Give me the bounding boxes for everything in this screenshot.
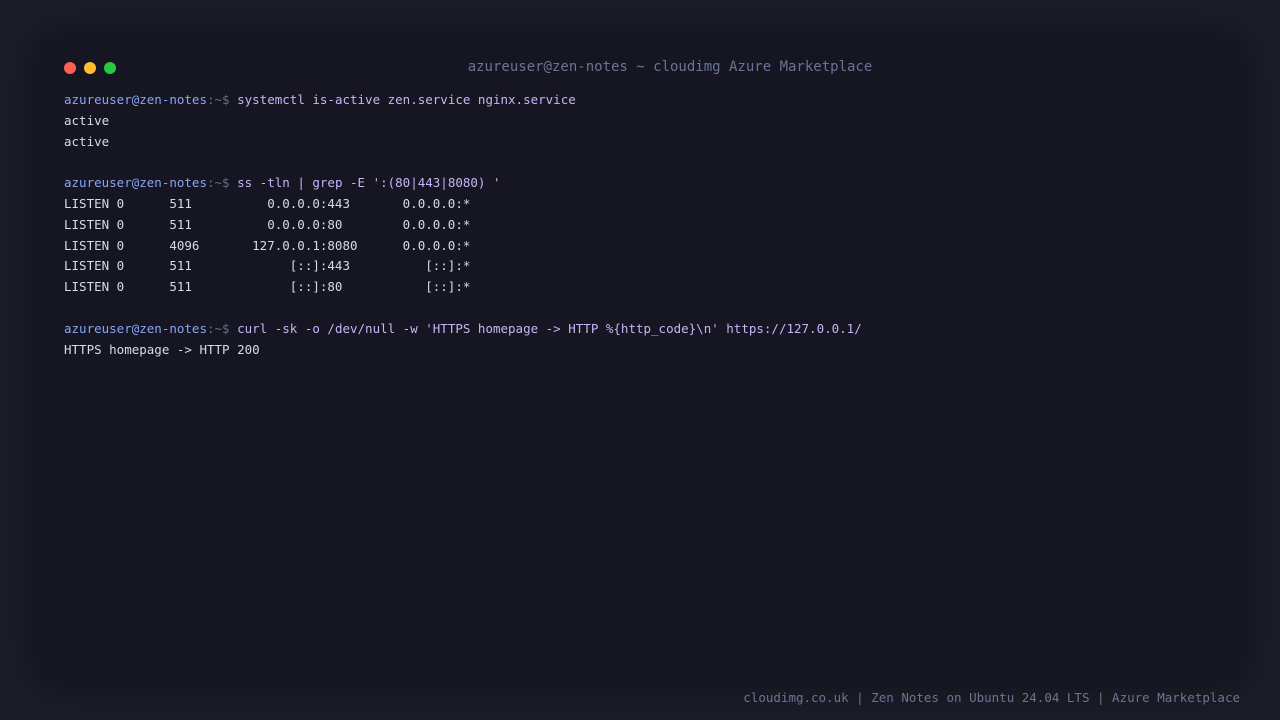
output-line: LISTEN 0 4096 127.0.0.1:8080 0.0.0.0:* xyxy=(64,237,471,253)
command-line: azureuser@zen-notes:~$ curl -sk -o /dev/… xyxy=(64,319,1224,340)
output-line: LISTEN 0 511 [::]:443 [::]:* xyxy=(64,258,471,274)
command-line: azureuser@zen-notes:~$ systemctl is-acti… xyxy=(64,90,1224,111)
title-bar: azureuser@zen-notes ~ cloudimg Azure Mar… xyxy=(40,40,1240,96)
window-title: azureuser@zen-notes ~ cloudimg Azure Mar… xyxy=(467,59,873,75)
command-text: ss -tln | grep -E ':(80|443|8080) ' xyxy=(237,175,501,191)
prompt-user-host: azureuser@zen-notes xyxy=(64,92,207,107)
output-line: LISTEN 0 511 0.0.0.0:80 0.0.0.0:* xyxy=(64,216,471,232)
output-line: HTTPS homepage -> HTTP 200 xyxy=(64,341,260,357)
command-text: systemctl is-active zen.service nginx.se… xyxy=(237,92,576,107)
output-line: LISTEN 0 511 [::]:80 [::]:* xyxy=(64,279,471,295)
output-line: active xyxy=(64,133,110,149)
prompt-path: :~$ xyxy=(207,175,230,191)
prompt-user-host: azureuser@zen-notes xyxy=(64,175,207,191)
footer-caption: cloudimg.co.uk | Zen Notes on Ubuntu 24.… xyxy=(743,690,1240,705)
prompt-user-host: azureuser@zen-notes xyxy=(64,320,207,336)
terminal-output[interactable]: azureuser@zen-notes:~$ systemctl is-acti… xyxy=(64,90,1224,360)
terminal-window: azureuser@zen-notes ~ cloudimg Azure Mar… xyxy=(40,40,1240,680)
command-text: curl -sk -o /dev/null -w 'HTTPS homepage… xyxy=(237,320,862,336)
prompt-path: :~$ xyxy=(207,92,230,107)
output-line: LISTEN 0 511 0.0.0.0:443 0.0.0.0:* xyxy=(64,195,471,211)
output-line: active xyxy=(64,112,110,128)
prompt-path: :~$ xyxy=(207,320,230,336)
command-line: azureuser@zen-notes:~$ ss -tln | grep -E… xyxy=(64,173,1224,194)
